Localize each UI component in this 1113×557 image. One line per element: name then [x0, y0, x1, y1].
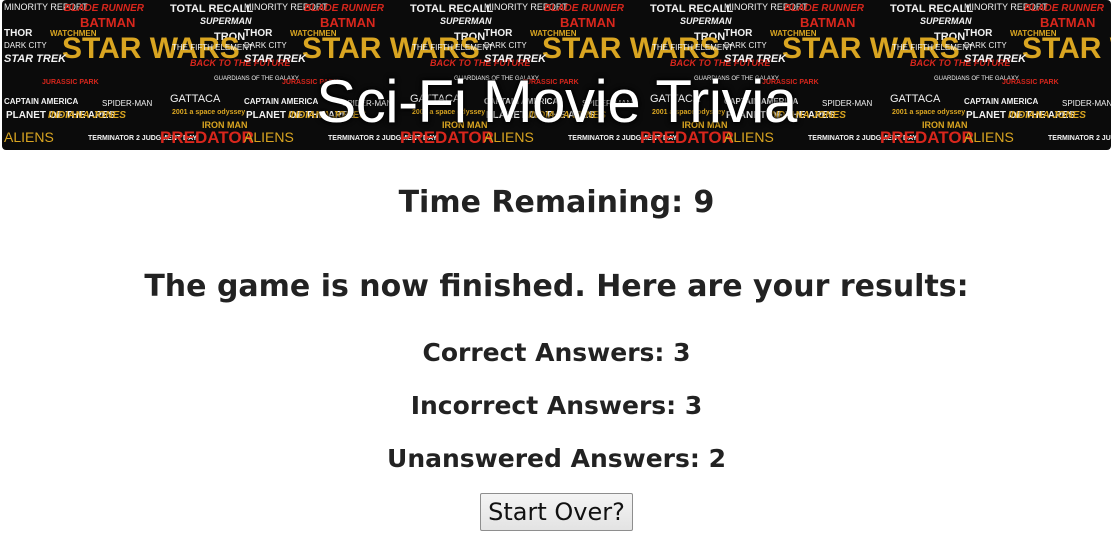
correct-answers-count: Correct Answers: 3 — [422, 338, 691, 367]
collage-logo: SUPERMAN — [680, 16, 732, 26]
collage-logo: TOTAL RECALL — [890, 3, 973, 15]
collage-logo: TOTAL RECALL — [410, 3, 493, 15]
collage-logo: BLADE RUNNER — [784, 3, 865, 14]
collage-logo: STAR TREK — [964, 53, 1027, 65]
time-remaining: Time Remaining: 9 — [398, 185, 715, 220]
collage-logo: DARK CITY — [484, 41, 527, 50]
collage-logo: BLADE RUNNER — [544, 3, 625, 14]
start-over-container: Start Over? — [0, 493, 1113, 531]
collage-logo: THE FIFTH ELEMENT — [652, 43, 733, 52]
collage-logo: DARK CITY — [4, 41, 47, 50]
collage-logo: BATMAN — [800, 15, 855, 30]
collage-logo: TERMINATOR 2 JUDGMENT DAY — [1048, 135, 1111, 142]
collage-logo: BLADE RUNNER — [64, 3, 145, 14]
collage-logo: THE FIFTH ELEMENT — [412, 43, 493, 52]
collage-logo: SUPERMAN — [200, 16, 252, 26]
collage-logo: SUPERMAN — [440, 16, 492, 26]
collage-logo: BLADE RUNNER — [1024, 3, 1105, 14]
collage-logo: BATMAN — [1040, 15, 1095, 30]
game-finished-message: The game is now finished. Here are your … — [144, 269, 969, 304]
collage-logo: THOR — [244, 28, 273, 39]
collage-logo: THOR — [4, 28, 33, 39]
collage-logo: DARK CITY — [724, 41, 767, 50]
start-over-button[interactable]: Start Over? — [480, 493, 633, 531]
collage-logo: STAR TREK — [244, 53, 307, 65]
collage-logo: THE FIFTH ELEMENT — [892, 43, 973, 52]
collage-logo: STAR WARS — [1022, 32, 1111, 65]
collage-logo: THE FIFTH ELEMENT — [172, 43, 253, 52]
collage-logo: BLADE RUNNER — [304, 3, 385, 14]
collage-logo: STAR TREK — [724, 53, 787, 65]
collage-logo: THOR — [484, 28, 513, 39]
collage-logo: DARK CITY — [244, 41, 287, 50]
collage-logo: TOTAL RECALL — [170, 3, 253, 15]
collage-logo: SUPERMAN — [920, 16, 972, 26]
collage-logo: BATMAN — [80, 15, 135, 30]
collage-logo: BATMAN — [560, 15, 615, 30]
collage-logo: TOTAL RECALL — [650, 3, 733, 15]
collage-logo: STAR TREK — [484, 53, 547, 65]
collage-logo: THOR — [724, 28, 753, 39]
incorrect-answers-count: Incorrect Answers: 3 — [410, 391, 703, 420]
header-banner: MINORITY REPORT BLADE RUNNER TOTAL RECALL S… — [2, 0, 1111, 150]
unanswered-answers-count: Unanswered Answers: 2 — [387, 444, 726, 473]
collage-logo: DARK CITY — [964, 41, 1007, 50]
collage-logo: THOR — [964, 28, 993, 39]
collage-logo: BATMAN — [320, 15, 375, 30]
collage-logo: STAR TREK — [4, 53, 67, 65]
page-title: Sci-Fi Movie Trivia — [316, 68, 797, 135]
